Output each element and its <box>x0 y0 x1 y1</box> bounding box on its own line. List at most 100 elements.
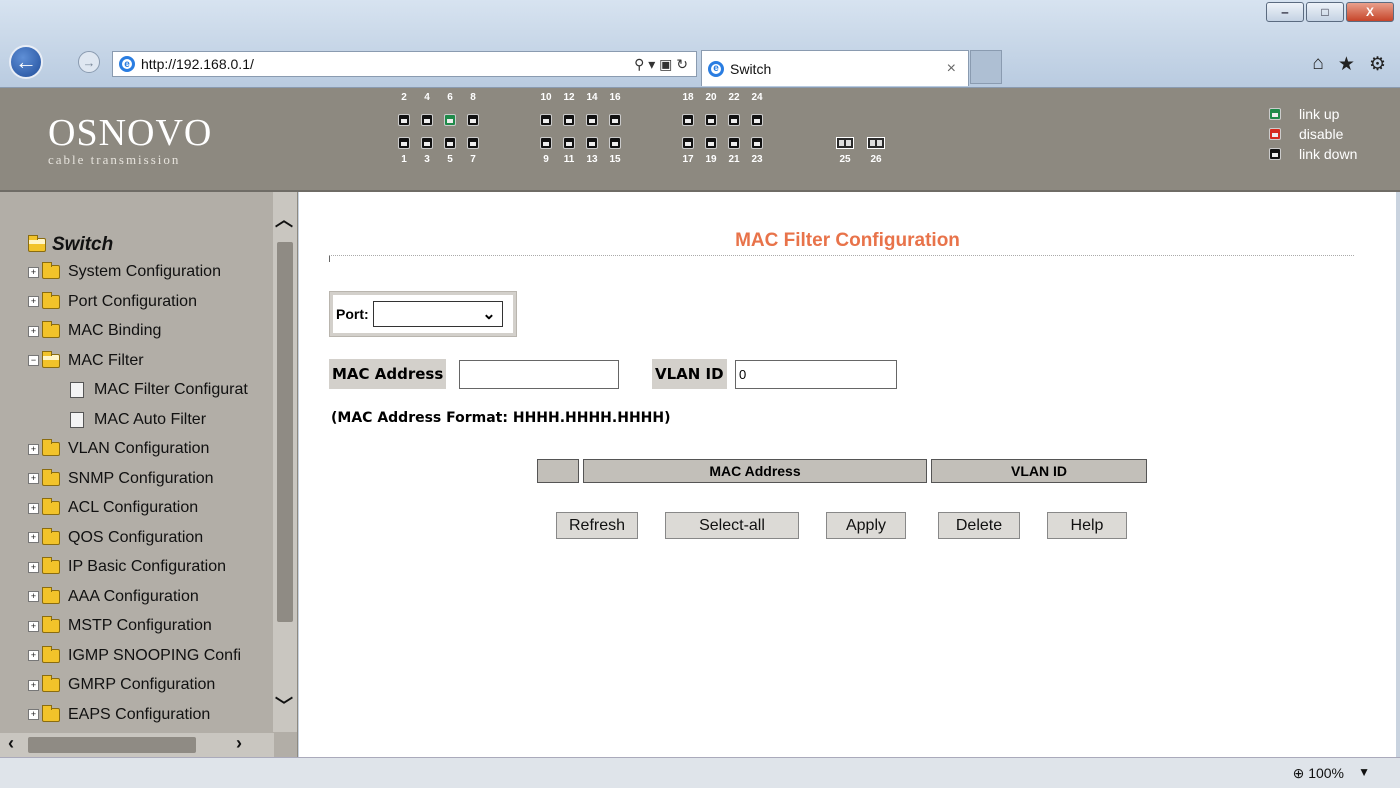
sidebar-item[interactable]: + Port Configuration <box>28 291 197 313</box>
zoom-dropdown-icon[interactable]: ▼ <box>1358 765 1370 779</box>
mac-address-input[interactable] <box>459 360 619 389</box>
sfp-port-25-icon[interactable] <box>836 137 854 149</box>
folder-icon <box>42 350 60 368</box>
expand-icon[interactable]: + <box>28 473 39 484</box>
new-tab-button[interactable] <box>970 50 1002 84</box>
chevron-down-icon[interactable]: ⌄ <box>482 304 495 324</box>
port-5-icon[interactable] <box>444 137 456 149</box>
scroll-down-icon[interactable]: ﹀ <box>275 692 293 718</box>
expand-icon[interactable]: + <box>28 561 39 573</box>
port-9-icon[interactable] <box>540 137 552 149</box>
close-window-button[interactable]: X <box>1346 2 1394 22</box>
sidebar-item[interactable]: + System Configuration <box>28 261 221 283</box>
zoom-level[interactable]: ⊕ 100% <box>1293 765 1344 782</box>
scroll-right-icon[interactable]: › <box>236 733 242 754</box>
back-button[interactable]: ← <box>9 45 43 79</box>
collapse-icon[interactable]: − <box>28 355 39 366</box>
sidebar-vertical-scrollbar[interactable]: ︿ ﹀ <box>273 192 297 732</box>
expand-icon[interactable]: + <box>28 296 39 307</box>
expand-icon[interactable]: + <box>28 709 39 720</box>
vlan-id-input[interactable]: 0 <box>735 360 897 389</box>
port-24-icon[interactable] <box>751 114 763 126</box>
expand-icon[interactable]: + <box>28 325 39 337</box>
sidebar-item[interactable]: + SNMP Configuration <box>28 468 214 490</box>
sidebar-item[interactable]: + GMRP Configuration <box>28 674 215 696</box>
sidebar-item-label: IGMP SNOOPING Confi <box>68 646 242 664</box>
sidebar-item[interactable]: + MAC Binding <box>28 320 161 342</box>
port-14-icon[interactable] <box>586 114 598 126</box>
sidebar-item[interactable]: MAC Filter Configurat <box>28 379 248 401</box>
port-19-icon[interactable] <box>705 137 717 149</box>
port-17-icon[interactable] <box>682 137 694 149</box>
sidebar-item[interactable]: + AAA Configuration <box>28 586 199 608</box>
port-2-icon[interactable] <box>398 114 410 126</box>
port-11-icon[interactable] <box>563 137 575 149</box>
zoom-value: 100% <box>1308 765 1344 781</box>
tab-switch[interactable]: e Switch × <box>701 50 969 86</box>
expand-icon[interactable]: + <box>28 266 39 278</box>
delete-button[interactable]: Delete <box>938 512 1020 539</box>
settings-gear-icon[interactable]: ⚙ <box>1369 53 1386 76</box>
sidebar-item[interactable]: + MSTP Configuration <box>28 615 212 637</box>
apply-button[interactable]: Apply <box>826 512 906 539</box>
folder-icon <box>42 675 60 692</box>
forward-button[interactable]: → <box>78 51 100 73</box>
port-3-icon[interactable] <box>421 137 433 149</box>
sfp-port-26-icon[interactable] <box>867 137 885 149</box>
port-10-icon[interactable] <box>540 114 552 126</box>
port-number-label: 25 <box>839 154 851 165</box>
sidebar-item[interactable]: + IGMP SNOOPING Confi <box>28 645 241 667</box>
tab-close-icon[interactable]: × <box>947 60 956 78</box>
address-bar[interactable]: e http://192.168.0.1/ ⚲ ▾ ▣ ↻ <box>112 51 697 77</box>
port-7-icon[interactable] <box>467 137 479 149</box>
sidebar-item[interactable]: + QOS Configuration <box>28 527 203 549</box>
port-12-icon[interactable] <box>563 114 575 126</box>
minimize-button[interactable]: ‒ <box>1266 2 1304 22</box>
sidebar-item[interactable]: + ACL Configuration <box>28 497 198 519</box>
expand-icon[interactable]: + <box>28 591 39 602</box>
vertical-scroll-thumb[interactable] <box>277 242 293 622</box>
address-tools[interactable]: ⚲ ▾ ▣ ↻ <box>634 56 688 73</box>
help-button[interactable]: Help <box>1047 512 1127 539</box>
port-number-label: 6 <box>447 92 453 103</box>
port-23-icon[interactable] <box>751 137 763 149</box>
refresh-button[interactable]: Refresh <box>556 512 638 539</box>
sidebar-item[interactable]: MAC Auto Filter <box>28 409 206 431</box>
port-8-icon[interactable] <box>467 114 479 126</box>
scroll-left-icon[interactable]: ‹ <box>8 733 14 754</box>
sidebar-item[interactable]: + IP Basic Configuration <box>28 556 226 578</box>
osnovo-logo: OSNOVO cable transmission <box>48 114 212 168</box>
port-1-icon[interactable] <box>398 137 410 149</box>
port-number-label: 24 <box>751 92 763 103</box>
url-text[interactable]: http://192.168.0.1/ <box>141 56 254 72</box>
maximize-button[interactable]: □ <box>1306 2 1344 22</box>
sidebar-item[interactable]: + VLAN Configuration <box>28 438 209 460</box>
favorites-star-icon[interactable]: ★ <box>1338 53 1355 76</box>
port-6-icon[interactable] <box>444 114 456 126</box>
scroll-up-icon[interactable]: ︿ <box>275 206 293 232</box>
browser-chrome: ‒ □ X ← → e http://192.168.0.1/ ⚲ ▾ ▣ ↻ … <box>0 0 1400 88</box>
select-all-button[interactable]: Select-all <box>665 512 799 539</box>
expand-icon[interactable]: + <box>28 443 39 455</box>
port-18-icon[interactable] <box>682 114 694 126</box>
port-22-icon[interactable] <box>728 114 740 126</box>
port-4-icon[interactable] <box>421 114 433 126</box>
tree-root-switch[interactable]: Switch <box>28 234 113 256</box>
horizontal-scroll-thumb[interactable] <box>28 737 196 753</box>
port-20-icon[interactable] <box>705 114 717 126</box>
expand-icon[interactable]: + <box>28 532 39 543</box>
sidebar-item[interactable]: + EAPS Configuration <box>28 704 210 726</box>
home-icon[interactable]: ⌂ <box>1312 53 1323 76</box>
port-13-icon[interactable] <box>586 137 598 149</box>
sidebar-item[interactable]: − MAC Filter <box>28 350 144 372</box>
sidebar-horizontal-scrollbar[interactable]: ‹ › <box>0 733 274 757</box>
port-number-label: 20 <box>705 92 717 103</box>
port-select[interactable]: ⌄ <box>372 301 503 327</box>
port-15-icon[interactable] <box>609 137 621 149</box>
expand-icon[interactable]: + <box>28 650 39 661</box>
port-16-icon[interactable] <box>609 114 621 126</box>
expand-icon[interactable]: + <box>28 679 39 691</box>
expand-icon[interactable]: + <box>28 502 39 514</box>
port-21-icon[interactable] <box>728 137 740 149</box>
expand-icon[interactable]: + <box>28 620 39 632</box>
